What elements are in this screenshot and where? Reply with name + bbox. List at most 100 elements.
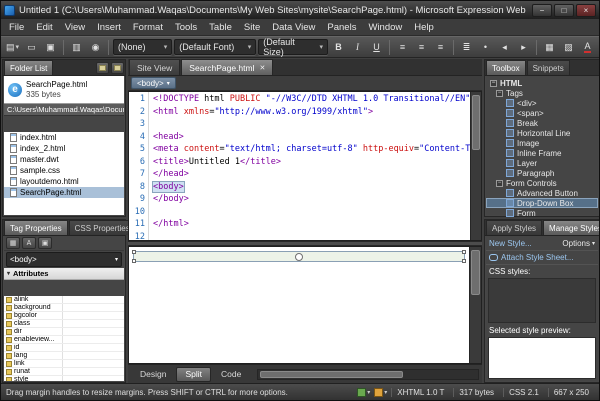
align-left-button[interactable]: ≡ (394, 39, 411, 56)
menu-file[interactable]: File (3, 19, 30, 35)
selection-handle[interactable] (132, 259, 136, 263)
toolbox-item-span[interactable]: <span> (486, 108, 598, 118)
tab-manage-styles[interactable]: Manage Styles (543, 220, 599, 235)
code-line[interactable]: </body> (153, 193, 470, 206)
print-button[interactable]: ▥ (68, 39, 85, 56)
attach-style-sheet-link[interactable]: Attach Style Sheet... (501, 253, 573, 262)
attribute-row[interactable]: enableview... (4, 336, 124, 344)
tab-folder-list[interactable]: Folder List (4, 60, 54, 75)
tab-snippets[interactable]: Snippets (526, 60, 570, 75)
close-button[interactable]: × (576, 3, 596, 17)
collapse-icon[interactable]: − (496, 89, 503, 97)
attribute-row[interactable]: bgcolor (4, 312, 124, 320)
borders-button[interactable]: ▦ (541, 39, 558, 56)
bullet-list-button[interactable]: • (477, 39, 494, 56)
selection-handle[interactable] (462, 259, 466, 263)
attribute-row[interactable]: class (4, 320, 124, 328)
code-line[interactable]: <html xmlns="http://www.w3.org/1999/xhtm… (153, 106, 470, 119)
view-button-design[interactable]: Design (131, 367, 175, 382)
selection-handle[interactable] (132, 250, 136, 254)
menu-panels[interactable]: Panels (321, 19, 362, 35)
code-line[interactable] (153, 231, 470, 241)
menu-format[interactable]: Format (127, 19, 169, 35)
code-line[interactable] (153, 206, 470, 219)
menu-table[interactable]: Table (203, 19, 238, 35)
menu-edit[interactable]: Edit (30, 19, 58, 35)
menu-data-view[interactable]: Data View (266, 19, 321, 35)
toolbox-item-layer[interactable]: Layer (486, 158, 598, 168)
attribute-row[interactable]: link (4, 360, 124, 368)
show-set-properties-button[interactable]: ▣ (38, 237, 52, 249)
tab-searchpage[interactable]: SearchPage.html ✕ (181, 59, 274, 75)
attribute-row[interactable]: lang (4, 352, 124, 360)
margin-handle[interactable] (295, 252, 303, 261)
code-line[interactable]: <!DOCTYPE html PUBLIC "-//W3C//DTD XHTML… (153, 93, 470, 106)
file-tree-item[interactable]: master.dwt (4, 154, 124, 165)
style-application-button[interactable]: ▾ (374, 387, 387, 397)
attribute-row[interactable]: style (4, 376, 124, 381)
status-doctype[interactable]: XHTML 1.0 T (391, 387, 449, 397)
attribute-value[interactable] (62, 352, 124, 359)
view-button-split[interactable]: Split (176, 366, 212, 382)
size-combo[interactable]: (Default Size) ▾ (258, 37, 328, 57)
attribute-value[interactable] (62, 376, 124, 381)
new-page-icon[interactable] (96, 62, 109, 74)
code-line[interactable]: <head> (153, 131, 470, 144)
attribute-row[interactable]: alink (4, 296, 124, 304)
collapse-icon[interactable]: − (496, 179, 503, 187)
design-vertical-scrollbar[interactable] (469, 247, 481, 363)
scrollbar-thumb[interactable] (472, 95, 480, 150)
toolbox-item-advanced-button[interactable]: Advanced Button (486, 188, 598, 198)
preview-in-browser-button[interactable]: ◉ (87, 39, 104, 56)
scrollbar-thumb[interactable] (471, 250, 480, 295)
attribute-row[interactable]: dir (4, 328, 124, 336)
selection-handle[interactable] (462, 250, 466, 254)
attribute-value[interactable] (62, 312, 124, 319)
align-center-button[interactable]: ≡ (413, 39, 430, 56)
attribute-row[interactable]: background (4, 304, 124, 312)
code-line[interactable]: <body> (152, 180, 470, 194)
file-tree-item[interactable]: SearchPage.html (4, 187, 124, 198)
new-style-link[interactable]: New Style... (489, 239, 532, 248)
status-css-schema[interactable]: CSS 2.1 (503, 387, 544, 397)
toolbox-item-image[interactable]: Image (486, 138, 598, 148)
attribute-row[interactable]: runat (4, 368, 124, 376)
maximize-button[interactable]: □ (554, 3, 574, 17)
italic-button[interactable]: I (349, 39, 366, 56)
menu-insert[interactable]: Insert (91, 19, 127, 35)
menu-view[interactable]: View (59, 19, 91, 35)
toolbox-item-horizontal-line[interactable]: Horizontal Line (486, 128, 598, 138)
code-line[interactable]: <title>Untitled 1</title> (153, 156, 470, 169)
attribute-value[interactable] (62, 344, 124, 351)
toolbox-item-drop-down-box[interactable]: Drop-Down Box (486, 198, 598, 208)
attribute-value[interactable] (62, 304, 124, 311)
new-document-button[interactable]: ▤ ▾ (4, 39, 21, 56)
tag-selector-combo[interactable]: <body> ▾ (6, 252, 122, 267)
code-vertical-scrollbar[interactable] (470, 92, 481, 240)
code-editor[interactable]: <!DOCTYPE html PUBLIC "-//W3C//DTD XHTML… (149, 92, 470, 240)
minimize-button[interactable]: − (532, 3, 552, 17)
code-line[interactable]: <meta content="text/html; charset=utf-8"… (153, 143, 470, 156)
underline-button[interactable]: U (368, 39, 385, 56)
new-folder-icon[interactable] (111, 62, 124, 74)
bold-button[interactable]: B (330, 39, 347, 56)
numbered-list-button[interactable]: ≣ (458, 39, 475, 56)
increase-indent-button[interactable]: ▸ (515, 39, 532, 56)
align-right-button[interactable]: ≡ (432, 39, 449, 56)
tab-tag-properties[interactable]: Tag Properties (4, 220, 68, 235)
attributes-section-header[interactable]: ▾ Attributes (4, 268, 124, 280)
menu-window[interactable]: Window (362, 19, 408, 35)
design-horizontal-scrollbar[interactable] (257, 368, 479, 380)
code-line[interactable]: </html> (153, 218, 470, 231)
close-tab-icon[interactable]: ✕ (259, 64, 265, 72)
highlight-button[interactable]: ▨ (560, 39, 577, 56)
show-categorized-button[interactable]: ▦ (6, 237, 20, 249)
collapse-icon[interactable]: − (490, 79, 497, 87)
decrease-indent-button[interactable]: ◂ (496, 39, 513, 56)
file-tree-item[interactable]: layoutdemo.html (4, 176, 124, 187)
site-root-path[interactable]: C:\Users\Muhammad.Waqas\Documents\M (4, 104, 124, 116)
show-alphabetized-button[interactable]: A (22, 237, 36, 249)
scrollbar-thumb[interactable] (260, 370, 404, 378)
tab-apply-styles[interactable]: Apply Styles (486, 220, 543, 235)
attribute-value[interactable] (62, 368, 124, 375)
